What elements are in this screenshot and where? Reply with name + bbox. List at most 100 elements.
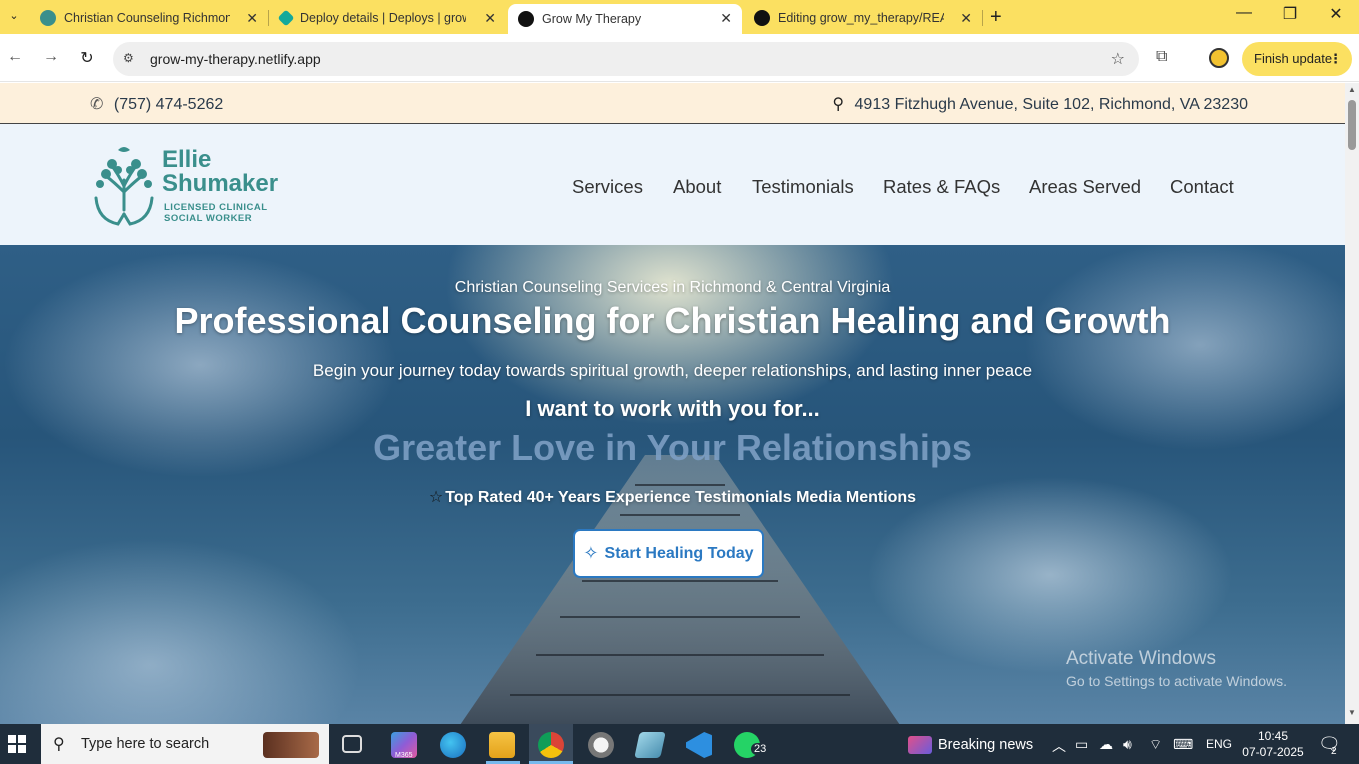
notification-count: 2 <box>1331 746 1337 757</box>
chrome-icon[interactable] <box>538 732 564 758</box>
new-tab-plus-icon[interactable]: + <box>990 6 1002 29</box>
chevron-up-icon[interactable]: ︿ <box>1052 736 1066 756</box>
nav-services[interactable]: Services <box>572 176 643 198</box>
activate-windows-title: Activate Windows <box>1066 648 1216 669</box>
address-contact[interactable]: ⚲ 4913 Fitzhugh Avenue, Suite 102, Richm… <box>832 94 1248 114</box>
restore-icon[interactable]: ❐ <box>1270 4 1310 24</box>
window-close-icon[interactable]: ✕ <box>1316 4 1356 24</box>
contact-bar: ✆ (757) 474-5262 ⚲ 4913 Fitzhugh Avenue,… <box>0 83 1345 124</box>
news-label: Breaking news <box>938 736 1034 753</box>
extensions-puzzle-icon[interactable]: ⧉ <box>1156 48 1167 66</box>
activate-windows-subtitle: Go to Settings to activate Windows. <box>1066 673 1287 689</box>
finish-update-button[interactable]: Finish update ⋮ <box>1242 42 1352 76</box>
notes-app-icon[interactable] <box>634 732 666 758</box>
site-info-icon[interactable]: ⚙ <box>123 51 134 65</box>
nav-testimonials[interactable]: Testimonials <box>752 176 854 198</box>
sparkle-icon: ✧ <box>583 543 599 563</box>
netlify-icon <box>277 9 295 27</box>
tab-grow-my-therapy[interactable]: Grow My Therapy ✕ <box>508 4 742 34</box>
vscode-icon[interactable] <box>686 732 712 758</box>
tab-label: Deploy details | Deploys | grow <box>300 11 466 25</box>
site-logo[interactable]: Ellie Shumaker LICENSED CLINICAL SOCIAL … <box>88 140 298 232</box>
tab-christian-counseling[interactable]: Christian Counseling Richmond ✕ <box>30 4 268 32</box>
site-favicon-icon <box>518 11 534 27</box>
cta-label: Start Healing Today <box>604 544 754 562</box>
reload-icon[interactable]: ↻ <box>76 48 98 68</box>
page-scrollbar[interactable]: ▲ ▼ <box>1345 83 1359 724</box>
hero-rotating-text: Greater Love in Your Relationships <box>373 427 972 468</box>
hero-subtitle: Christian Counseling Services in Richmon… <box>454 279 891 296</box>
news-widget[interactable]: Breaking news <box>908 736 1033 754</box>
profile-avatar[interactable] <box>1209 48 1229 68</box>
language-indicator[interactable]: ENG <box>1206 737 1232 751</box>
badges-text: Top Rated 40+ Years Experience Testimoni… <box>445 489 917 506</box>
address-bar[interactable]: ⚙ grow-my-therapy.netlify.app ☆ <box>113 42 1139 76</box>
phone-icon: ✆ <box>90 96 104 113</box>
hero-title: Professional Counseling for Christian He… <box>174 300 1171 341</box>
battery-icon[interactable]: ▭ <box>1075 736 1088 753</box>
tab-search-chevron-icon[interactable]: ⌄ <box>4 6 24 26</box>
site-header: Ellie Shumaker LICENSED CLINICAL SOCIAL … <box>0 124 1345 245</box>
clock-time: 10:45 <box>1257 729 1289 743</box>
close-icon[interactable]: ✕ <box>720 10 732 27</box>
star-icon: ☆ <box>428 489 444 506</box>
volume-icon[interactable]: 🔊︎ <box>1123 736 1132 753</box>
whatsapp-unread-badge: 23 <box>751 743 770 755</box>
phone-contact[interactable]: ✆ (757) 474-5262 <box>90 94 223 114</box>
map-pin-icon: ⚲ <box>832 96 845 113</box>
phone-number[interactable]: (757) 474-5262 <box>114 96 223 113</box>
m365-label: M365 <box>395 752 413 759</box>
keyboard-icon[interactable]: ⌨ <box>1173 736 1193 753</box>
cloud-icon[interactable]: ☁ <box>1099 736 1113 753</box>
wifi-icon[interactable]: ⌔ <box>1149 736 1162 754</box>
windows-taskbar: ⚲ Type here to search M365 23 Breaking n… <box>0 724 1359 764</box>
hero-section: Christian Counseling Services in Richmon… <box>0 245 1345 724</box>
tab-editing-readme[interactable]: Editing grow_my_therapy/READ ✕ <box>744 4 982 32</box>
forward-arrow-icon[interactable]: → <box>40 48 62 66</box>
browser-toolbar: ← → ↻ ⚙ grow-my-therapy.netlify.app ☆ ⧉ … <box>0 34 1359 82</box>
start-healing-button[interactable]: ✧ Start Healing Today <box>573 529 764 578</box>
hero-badges: ☆ Top Rated 40+ Years Experience Testimon… <box>0 487 1345 507</box>
url-text[interactable]: grow-my-therapy.netlify.app <box>150 51 321 67</box>
scroll-down-icon[interactable]: ▼ <box>1348 708 1356 717</box>
edge-icon[interactable] <box>440 732 466 758</box>
notification-center-icon[interactable]: 🗨︎ <box>1318 734 1341 755</box>
tab-label: Christian Counseling Richmond <box>64 11 230 25</box>
tab-divider <box>982 10 983 26</box>
search-icon: ⚲ <box>53 736 65 753</box>
scrollbar-thumb[interactable] <box>1348 100 1356 150</box>
taskbar-clock[interactable]: 10:45 07-07-2025 <box>1242 728 1304 760</box>
hero-tagline: Begin your journey today towards spiritu… <box>312 361 1033 380</box>
more-vertical-icon[interactable]: ⋮ <box>1329 42 1342 76</box>
minimize-icon[interactable]: — <box>1224 4 1264 22</box>
close-icon[interactable]: ✕ <box>484 10 496 27</box>
nav-contact[interactable]: Contact <box>1170 176 1234 198</box>
tab-label: Grow My Therapy <box>542 12 642 26</box>
search-placeholder[interactable]: Type here to search <box>81 736 209 752</box>
nav-about[interactable]: About <box>673 176 721 198</box>
nav-rates-faqs[interactable]: Rates & FAQs <box>883 176 1000 198</box>
scroll-up-icon[interactable]: ▲ <box>1348 85 1356 94</box>
address-text[interactable]: 4913 Fitzhugh Avenue, Suite 102, Richmon… <box>855 96 1248 113</box>
hero-intro: I want to work with you for... <box>525 396 820 421</box>
tree-hands-logo-icon <box>94 147 154 226</box>
nav-areas-served[interactable]: Areas Served <box>1029 176 1141 198</box>
logo-subtitle-line2: SOCIAL WORKER <box>164 213 253 224</box>
logo-name-last: Shumaker <box>162 170 279 197</box>
tab-label: Editing grow_my_therapy/READ <box>778 11 944 25</box>
tab-strip: ⌄ Christian Counseling Richmond ✕ Deploy… <box>0 0 1359 34</box>
tab-deploy-details[interactable]: Deploy details | Deploys | grow ✕ <box>268 4 506 32</box>
news-icon <box>908 736 932 754</box>
web-page: ✆ (757) 474-5262 ⚲ 4913 Fitzhugh Avenue,… <box>0 83 1345 724</box>
task-view-icon[interactable] <box>342 735 362 753</box>
windows-start-icon[interactable] <box>8 735 26 753</box>
finish-update-label: Finish update <box>1254 51 1333 66</box>
site-favicon-icon <box>40 10 56 26</box>
logo-subtitle-line1: LICENSED CLINICAL <box>164 202 268 213</box>
clock-app-icon[interactable] <box>588 732 614 758</box>
file-explorer-icon[interactable] <box>489 732 515 758</box>
close-icon[interactable]: ✕ <box>960 10 972 27</box>
close-icon[interactable]: ✕ <box>246 10 258 27</box>
bookmark-star-icon[interactable]: ☆ <box>1111 49 1125 69</box>
back-arrow-icon[interactable]: ← <box>4 48 26 66</box>
